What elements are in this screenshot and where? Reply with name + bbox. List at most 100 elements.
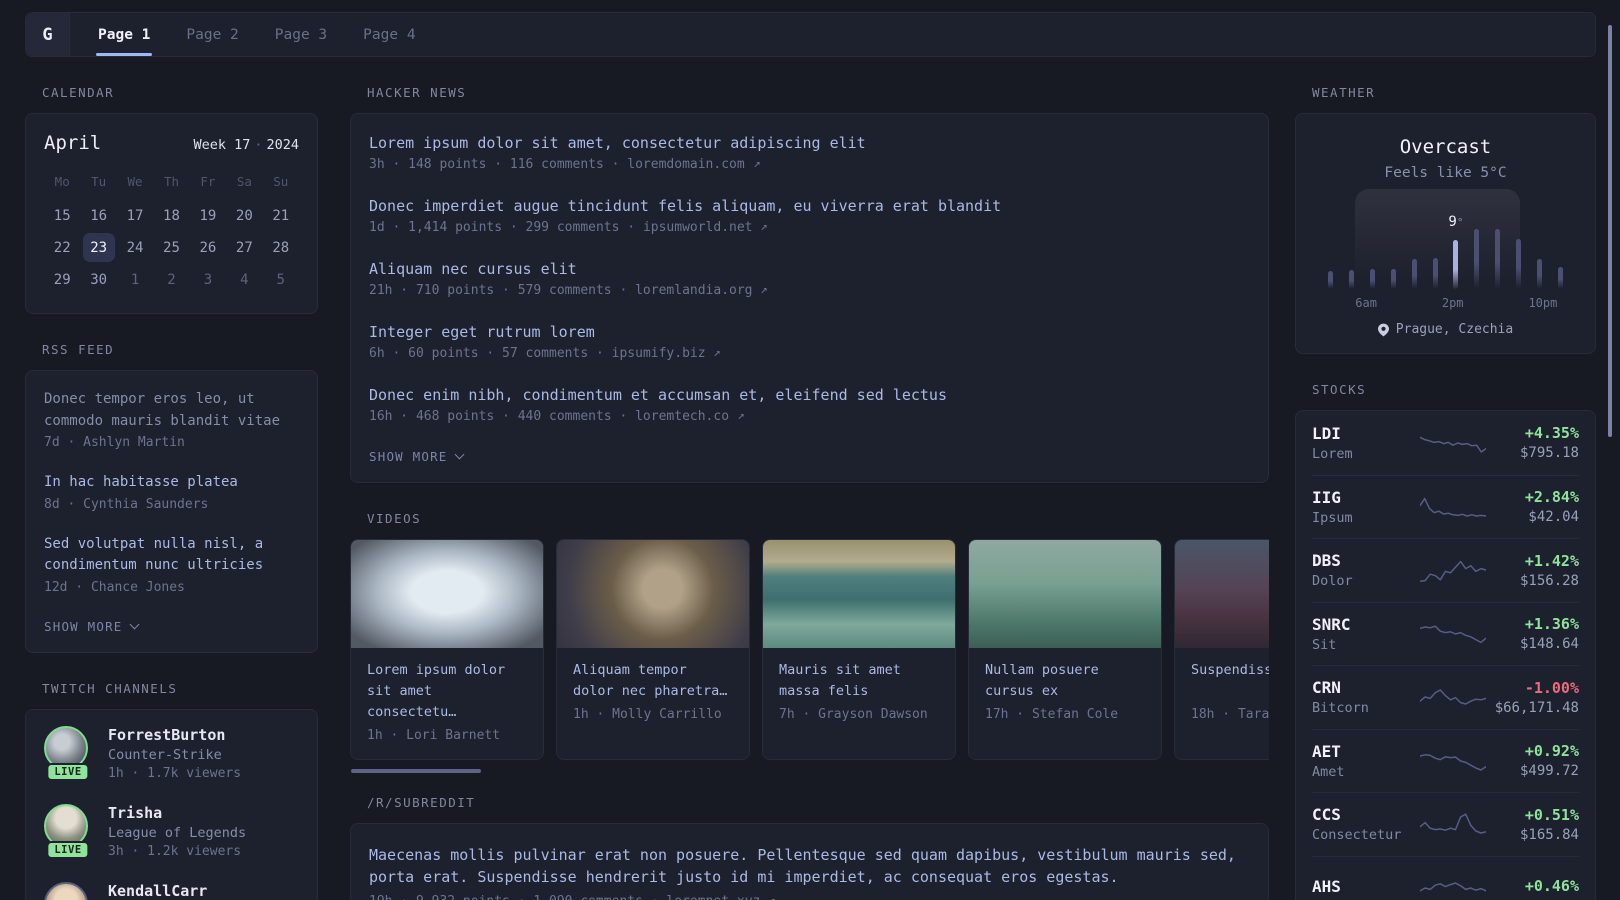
weather-bar-cell <box>1404 195 1425 289</box>
rss-item-meta: 7d · Ashlyn Martin <box>44 435 185 450</box>
stock-row[interactable]: LDI Lorem +4.35% $795.18 <box>1312 411 1579 475</box>
tab-page-2[interactable]: Page 2 <box>186 13 238 56</box>
avatar-wrap: LIVE <box>44 725 92 781</box>
calendar-day[interactable]: 28 <box>263 232 299 263</box>
app-logo[interactable]: G <box>26 13 70 56</box>
stock-row[interactable]: CRN Bitcorn -1.00% $66,171.48 <box>1312 665 1579 729</box>
calendar-day[interactable]: 29 <box>44 264 80 295</box>
calendar-day[interactable]: 16 <box>80 200 116 231</box>
stock-values: +0.92% $499.72 <box>1486 742 1579 779</box>
rss-item[interactable]: In hac habitasse platea 8d · Cynthia Saun… <box>44 472 299 512</box>
calendar-day[interactable]: 3 <box>190 264 226 295</box>
twitch-channel-row[interactable]: KendallCarr <box>44 881 299 900</box>
calendar-day[interactable]: 26 <box>190 232 226 263</box>
calendar-day-number: 29 <box>53 271 71 288</box>
calendar-day[interactable]: 20 <box>226 200 262 231</box>
twitch-channel-name: Trisha <box>108 803 163 822</box>
stock-id: CRN Bitcorn <box>1312 678 1420 716</box>
hn-item-title[interactable]: Lorem ipsum dolor sit amet, consectetur … <box>369 134 1250 152</box>
stock-price: $66,171.48 <box>1494 699 1579 716</box>
calendar-day-number: 18 <box>163 207 180 224</box>
stock-row[interactable]: AHS +0.46% <box>1312 855 1579 900</box>
rss-card: Donec tempor eros leo, ut commodo mauris… <box>25 370 318 653</box>
tab-page-4[interactable]: Page 4 <box>363 13 415 56</box>
hn-item-stats: 3h · 148 points · 116 comments · <box>369 157 628 172</box>
weather-bar <box>1348 270 1354 289</box>
stock-price: $165.84 <box>1519 826 1579 843</box>
calendar-day[interactable]: 27 <box>226 232 262 263</box>
subreddit-item-domain-link[interactable]: loremnet.xyz → <box>666 893 779 900</box>
stock-price: $156.28 <box>1519 572 1579 589</box>
calendar-day[interactable]: 30 <box>80 264 116 295</box>
weather-bar-cell <box>1383 195 1404 289</box>
hn-item-domain-link[interactable]: ipsumify.biz → <box>612 345 725 361</box>
hn-item-domain-link[interactable]: loremtech.co → <box>635 408 748 424</box>
video-thumbnail <box>969 540 1161 648</box>
calendar-day[interactable]: 4 <box>226 264 262 295</box>
stock-name: Lorem <box>1312 445 1353 462</box>
tab-page-3[interactable]: Page 3 <box>275 13 327 56</box>
video-card[interactable]: Lorem ipsum dolor sit amet consectetu… 1h… <box>350 539 544 760</box>
stock-change: +1.36% <box>1524 615 1579 634</box>
stock-ticker: DBS <box>1312 551 1341 571</box>
stock-row[interactable]: CCS Consectetur +0.51% $165.84 <box>1312 792 1579 856</box>
calendar-day[interactable]: 17 <box>117 200 153 231</box>
stock-id: AHS <box>1312 877 1420 899</box>
rss-item[interactable]: Sed volutpat nulla nisl, a condimentum n… <box>44 534 299 595</box>
video-title: Lorem ipsum dolor sit amet consectetu… <box>367 662 506 720</box>
stock-price: $499.72 <box>1519 763 1579 780</box>
stock-ticker: CCS <box>1312 805 1341 825</box>
hn-show-more-button[interactable]: SHOW MORE <box>369 449 1250 464</box>
hn-item-title[interactable]: Donec enim nibh, condimentum et accumsan… <box>369 386 1250 404</box>
weather-hour-label: 6am <box>1355 296 1377 310</box>
rss-item-meta: 12d · Chance Jones <box>44 579 185 595</box>
subreddit-post-title[interactable]: Maecenas mollis pulvinar erat non posuer… <box>369 844 1250 888</box>
twitch-channel-meta: 3h · 1.2k viewers <box>108 843 242 859</box>
twitch-channel-row[interactable]: LIVE ForrestBurton Counter-Strike 1h · 1.7k… <box>44 725 299 796</box>
calendar-day-selected[interactable]: 23 <box>80 232 116 263</box>
calendar-day-number: 25 <box>163 239 180 256</box>
hn-item-title[interactable]: Donec imperdiet augue tincidunt felis al… <box>369 197 1250 215</box>
calendar-day-number: 1 <box>130 271 140 288</box>
calendar-day[interactable]: 2 <box>153 264 189 295</box>
rss-item[interactable]: Donec tempor eros leo, ut commodo mauris… <box>44 389 299 450</box>
page-scrollbar[interactable] <box>1608 25 1612 437</box>
calendar-day[interactable]: 18 <box>153 200 189 231</box>
stock-ticker: IIG <box>1312 487 1341 507</box>
calendar-day[interactable]: 25 <box>153 232 189 263</box>
calendar-weekday: Tu <box>91 174 107 189</box>
twitch-channel-name: KendallCarr <box>108 881 208 900</box>
hn-item-title[interactable]: Aliquam nec cursus elit <box>369 260 1250 278</box>
calendar-day-number: 24 <box>126 239 144 256</box>
stock-row[interactable]: AET Amet +0.92% $499.72 <box>1312 728 1579 793</box>
stock-row[interactable]: DBS Dolor +1.42% $156.28 <box>1312 538 1579 602</box>
hn-item-domain-link[interactable]: ipsumworld.net → <box>643 219 772 235</box>
hn-item-domain-link[interactable]: loremdomain.com → <box>627 156 763 172</box>
stock-name: Consectetur <box>1312 827 1402 844</box>
videos-carousel: Lorem ipsum dolor sit amet consectetu… 1h… <box>350 539 1269 760</box>
rss-show-more-label: SHOW MORE <box>44 618 123 634</box>
calendar-day[interactable]: 19 <box>190 200 226 231</box>
stock-row[interactable]: IIG Ipsum +2.84% $42.04 <box>1312 474 1579 539</box>
calendar-day[interactable]: 5 <box>263 264 299 295</box>
video-card[interactable]: Aliquam tempor dolor nec pharetra… 1h · M… <box>556 539 750 760</box>
hn-item-domain-link[interactable]: loremlandia.org → <box>635 282 771 298</box>
calendar-day[interactable]: 21 <box>263 200 299 231</box>
hn-item-title[interactable]: Integer eget rutrum lorem <box>369 323 1250 341</box>
hn-item-meta: 6h · 60 points · 57 comments · ipsumify.… <box>369 345 1250 361</box>
tab-page-1[interactable]: Page 1 <box>95 13 153 56</box>
hn-item-stats: 16h · 468 points · 440 comments · <box>369 409 636 424</box>
calendar-day[interactable]: 1 <box>117 264 153 295</box>
twitch-channel-row[interactable]: LIVE Trisha League of Legends 3h · 1.2k vie… <box>44 803 299 874</box>
calendar-day[interactable]: 15 <box>44 200 80 231</box>
video-card[interactable]: Mauris sit amet massa felis 7h · Grayson … <box>762 539 956 760</box>
stock-row[interactable]: SNRC Sit +1.36% $148.64 <box>1312 601 1579 666</box>
video-card[interactable]: Suspendisse diam 18h · Tara <box>1174 539 1269 760</box>
calendar-day[interactable]: 22 <box>44 232 80 263</box>
video-thumbnail <box>1175 540 1269 648</box>
calendar-day-number: 26 <box>199 239 217 256</box>
rss-show-more-button[interactable]: SHOW MORE <box>44 619 299 634</box>
videos-scrollbar[interactable] <box>351 769 481 773</box>
calendar-day[interactable]: 24 <box>117 232 153 263</box>
video-card[interactable]: Nullam posuere cursus ex 17h · Stefan Col… <box>968 539 1162 760</box>
